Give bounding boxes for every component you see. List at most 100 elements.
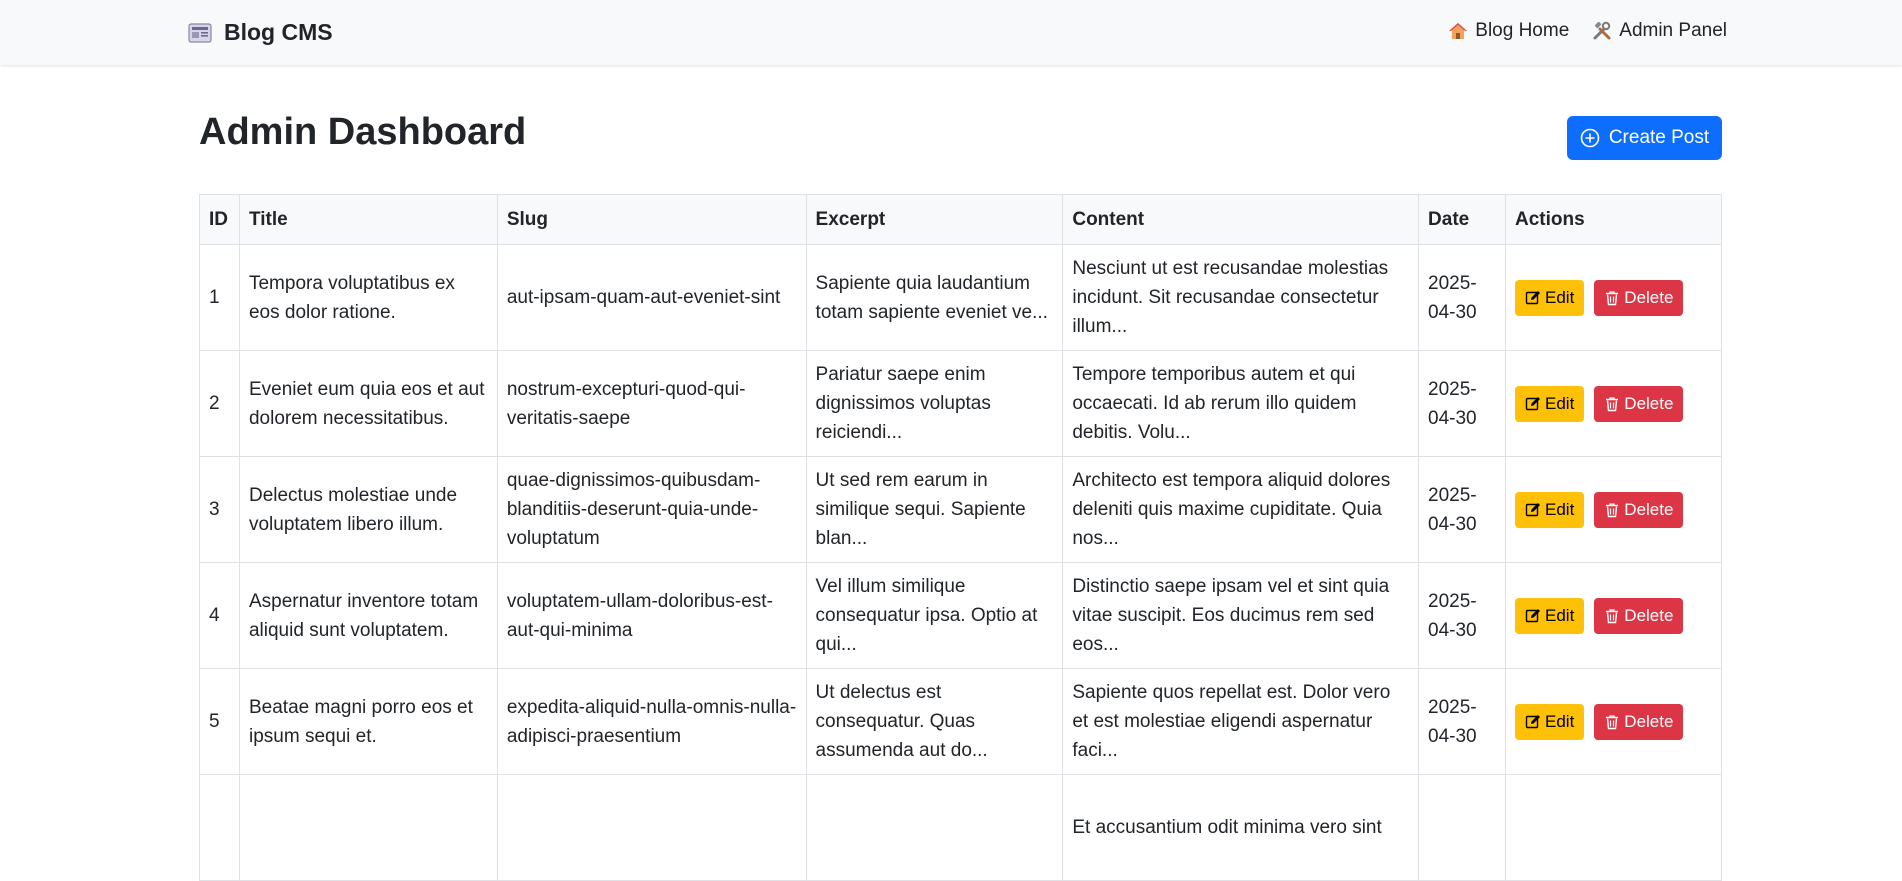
cell-id: 3 xyxy=(199,456,240,563)
delete-button[interactable]: Delete xyxy=(1594,597,1684,634)
column-header-excerpt: Excerpt xyxy=(805,194,1064,245)
edit-button[interactable]: Edit xyxy=(1515,385,1585,422)
cell-id: 5 xyxy=(199,668,240,775)
cell-slug xyxy=(496,774,807,881)
delete-label: Delete xyxy=(1624,287,1674,307)
edit-icon xyxy=(1525,396,1541,412)
cell-id: 1 xyxy=(199,244,240,351)
edit-button[interactable]: Edit xyxy=(1515,491,1585,528)
top-navbar: Blog CMS Blog Home Admin Panel xyxy=(0,0,1902,65)
cell-content: Sapiente quos repellat est. Dolor vero e… xyxy=(1062,668,1420,775)
nav-link-label: Blog Home xyxy=(1475,20,1570,41)
cell-excerpt xyxy=(805,774,1064,881)
cell-actions: Edit Delete xyxy=(1505,244,1722,351)
edit-icon xyxy=(1525,502,1541,518)
cell-slug: voluptatem-ullam-doloribus-est-aut-qui-m… xyxy=(496,562,807,669)
plus-circle-icon xyxy=(1580,128,1600,148)
cell-date: 2025-04-30 xyxy=(1418,244,1506,351)
nav-link-label: Admin Panel xyxy=(1619,20,1727,41)
trash-icon xyxy=(1604,396,1620,412)
nav-link-admin-panel[interactable]: Admin Panel xyxy=(1591,20,1727,42)
cell-title: Eveniet eum quia eos et aut dolorem nece… xyxy=(238,350,498,457)
edit-label: Edit xyxy=(1545,711,1575,731)
cell-excerpt: Ut sed rem earum in similique sequi. Sap… xyxy=(805,456,1064,563)
cell-excerpt: Ut delectus est consequatur. Quas assume… xyxy=(805,668,1064,775)
cell-date: 2025-04-30 xyxy=(1418,456,1506,563)
edit-label: Edit xyxy=(1545,605,1575,625)
edit-icon xyxy=(1525,290,1541,306)
column-header-date: Date xyxy=(1418,194,1506,245)
cell-actions: Edit Delete xyxy=(1505,350,1722,457)
house-icon xyxy=(1447,20,1469,42)
cell-actions xyxy=(1505,774,1722,881)
cell-content: Distinctio saepe ipsam vel et sint quia … xyxy=(1062,562,1420,669)
cell-content: Et accusantium odit minima vero sint xyxy=(1062,774,1420,881)
tools-icon xyxy=(1591,20,1613,42)
delete-label: Delete xyxy=(1624,499,1674,519)
cell-content: Tempore temporibus autem et qui occaecat… xyxy=(1062,350,1420,457)
cell-slug: quae-dignissimos-quibusdam-blanditiis-de… xyxy=(496,456,807,563)
edit-button[interactable]: Edit xyxy=(1515,597,1585,634)
newspaper-icon xyxy=(188,21,212,45)
cell-actions: Edit Delete xyxy=(1505,562,1722,669)
cell-slug: expedita-aliquid-nulla-omnis-nulla-adipi… xyxy=(496,668,807,775)
edit-label: Edit xyxy=(1545,287,1575,307)
cell-actions: Edit Delete xyxy=(1505,456,1722,563)
cell-date: 2025-04-30 xyxy=(1418,668,1506,775)
cell-id: 2 xyxy=(199,350,240,457)
table-row: 5 Beatae magni porro eos et ipsum sequi e… xyxy=(199,668,1722,775)
cell-excerpt: Sapiente quia laudantium totam sapiente … xyxy=(805,244,1064,351)
cell-slug: nostrum-excepturi-quod-qui-veritatis-sae… xyxy=(496,350,807,457)
cell-content: Architecto est tempora aliquid dolores d… xyxy=(1062,456,1420,563)
delete-label: Delete xyxy=(1624,605,1674,625)
delete-button[interactable]: Delete xyxy=(1594,703,1684,740)
posts-table: ID Title Slug Excerpt Content Date Actio… xyxy=(199,194,1722,881)
column-header-content: Content xyxy=(1062,194,1420,245)
cell-date: 2025-04-30 xyxy=(1418,562,1506,669)
trash-icon xyxy=(1604,608,1620,624)
table-row: 3 Delectus molestiae unde voluptatem libe… xyxy=(199,456,1722,563)
edit-icon xyxy=(1525,714,1541,730)
column-header-actions: Actions xyxy=(1505,194,1722,245)
delete-label: Delete xyxy=(1624,393,1674,413)
table-row: 2 Eveniet eum quia eos et aut dolorem nec… xyxy=(199,350,1722,457)
column-header-title: Title xyxy=(238,194,498,245)
create-post-label: Create Post xyxy=(1608,127,1710,148)
cell-date xyxy=(1418,774,1506,881)
nav-links: Blog Home Admin Panel xyxy=(1425,20,1727,42)
cell-id xyxy=(199,774,240,881)
edit-label: Edit xyxy=(1545,499,1575,519)
page-title: Admin Dashboard xyxy=(199,111,527,153)
nav-link-blog-home[interactable]: Blog Home xyxy=(1447,20,1569,42)
table-header-row: ID Title Slug Excerpt Content Date Actio… xyxy=(199,194,1722,245)
cell-slug: aut-ipsam-quam-aut-eveniet-sint xyxy=(496,244,807,351)
trash-icon xyxy=(1604,290,1620,306)
cell-id: 4 xyxy=(199,562,240,669)
cell-excerpt: Pariatur saepe enim dignissimos voluptas… xyxy=(805,350,1064,457)
cell-title: Beatae magni porro eos et ipsum sequi et… xyxy=(238,668,498,775)
edit-icon xyxy=(1525,608,1541,624)
table-row: 4 Aspernatur inventore totam aliquid sunt… xyxy=(199,562,1722,669)
create-post-button[interactable]: Create Post xyxy=(1567,116,1722,160)
cell-title: Delectus molestiae unde voluptatem liber… xyxy=(238,456,498,563)
cell-date: 2025-04-30 xyxy=(1418,350,1506,457)
table-row: 1 Tempora voluptatibus ex eos dolor ratio… xyxy=(199,244,1722,351)
edit-label: Edit xyxy=(1545,393,1575,413)
delete-button[interactable]: Delete xyxy=(1594,385,1684,422)
brand-name: Blog CMS xyxy=(224,19,333,45)
edit-button[interactable]: Edit xyxy=(1515,703,1585,740)
cell-title: Aspernatur inventore totam aliquid sunt … xyxy=(238,562,498,669)
cell-title: Tempora voluptatibus ex eos dolor ration… xyxy=(238,244,498,351)
column-header-id: ID xyxy=(199,194,240,245)
brand[interactable]: Blog CMS xyxy=(188,19,333,46)
cell-title xyxy=(238,774,498,881)
column-header-slug: Slug xyxy=(496,194,807,245)
trash-icon xyxy=(1604,502,1620,518)
cell-excerpt: Vel illum similique consequatur ipsa. Op… xyxy=(805,562,1064,669)
table-row: Et accusantium odit minima vero sint xyxy=(199,774,1722,881)
delete-button[interactable]: Delete xyxy=(1594,279,1684,316)
delete-label: Delete xyxy=(1624,711,1674,731)
cell-actions: Edit Delete xyxy=(1505,668,1722,775)
delete-button[interactable]: Delete xyxy=(1594,491,1684,528)
edit-button[interactable]: Edit xyxy=(1515,279,1585,316)
